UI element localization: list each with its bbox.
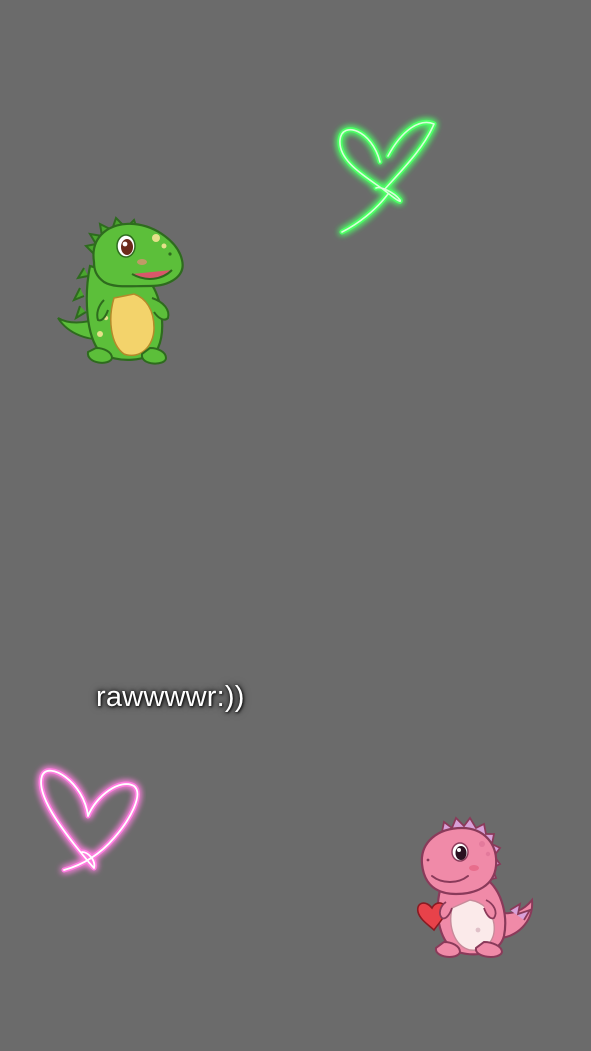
green-heart-icon xyxy=(337,120,437,235)
caption-text: rawwwwr:)) xyxy=(96,681,245,713)
pink-heart-icon xyxy=(38,768,140,873)
green-dinosaur-icon xyxy=(57,216,184,365)
story-canvas: rawwwwr:)) xyxy=(0,0,591,1051)
pink-dinosaur-icon xyxy=(416,816,534,958)
